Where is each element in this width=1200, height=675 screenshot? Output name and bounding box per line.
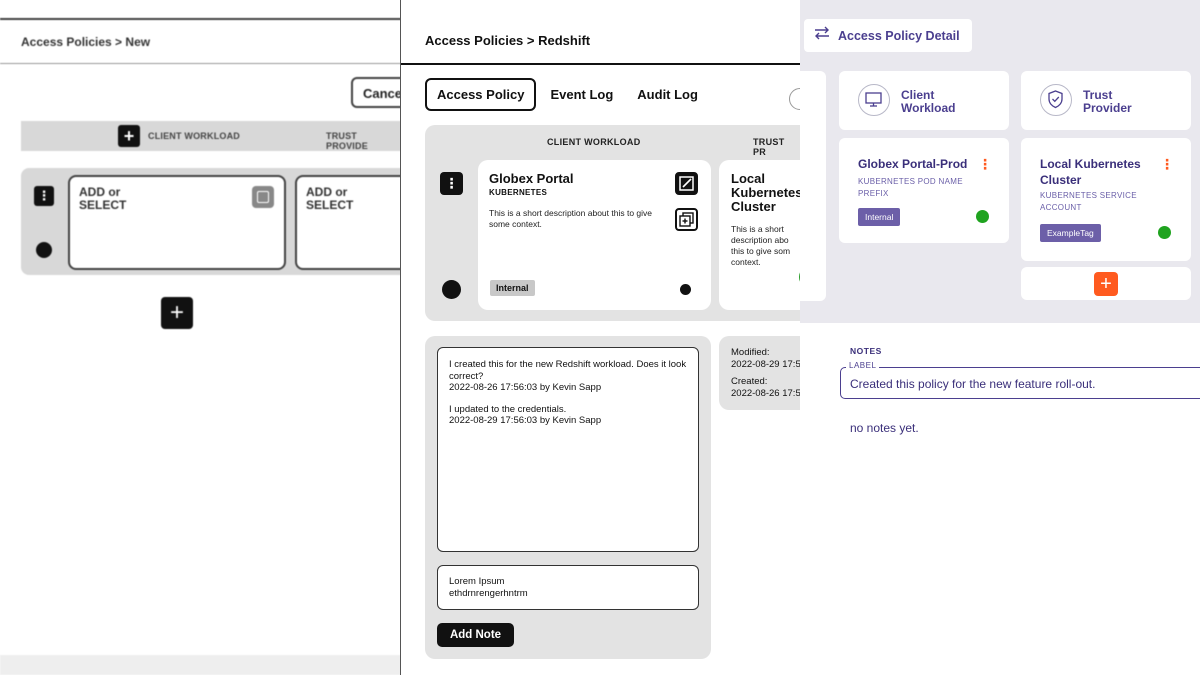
metadata-box: Modified: 2022-08-29 17:5 Created: 2022-… [719,336,800,410]
card-title: ADD or SELECT [79,185,127,212]
notes-heading: NOTES [850,346,882,356]
add-row-plus-icon[interactable]: + [161,297,193,329]
breadcrumb: Access Policies > New [21,35,151,49]
created-label: Created: [731,376,768,387]
duplicate-icon[interactable] [675,208,698,231]
card-title: ADD or SELECT [306,185,354,212]
wireframe-new-policy-panel: Access Policies > New Cance + CLIENT WOR… [0,0,401,675]
header-divider [401,63,800,65]
styled-policy-detail-panel: Access Policy Detail Client Workload Tru… [800,0,1200,675]
close-circle-icon[interactable] [789,88,800,110]
edit-icon[interactable] [675,172,698,195]
kebab-menu-icon[interactable]: ⋮ [34,186,54,206]
field-value: Created this policy for the new feature … [850,377,1096,391]
header-card-label: Trust Provider [1083,88,1132,115]
note-item: I updated to the credentials. 2022-08-29 … [449,403,602,427]
workload-description: This is a short description about this t… [489,208,652,229]
tag-example: ExampleTag [1040,224,1101,242]
kebab-menu-icon[interactable]: ⋮ [440,172,463,195]
column-label-trust-provider: TRUST PR [753,137,785,157]
note-item: I created this for the new Redshift work… [449,359,687,393]
monitor-icon [858,84,890,116]
provider-subtitle: KUBERNETES SERVICE ACCOUNT [1040,191,1137,212]
partial-card [800,71,826,301]
footer-bar [0,655,400,675]
cancel-button[interactable]: Cance [351,77,400,108]
title-chip[interactable]: Access Policy Detail [804,19,972,52]
note-input[interactable]: Lorem Ipsum ethdrnrengerhntrm [437,565,699,610]
kebab-menu-icon[interactable]: ⋮ [1160,157,1174,171]
status-dot [680,284,691,295]
provider-title: Local Kubernetes Cluster [1040,157,1141,187]
tab-bar: Access Policy Event Log Audit Log [425,78,712,111]
header-divider [0,63,400,64]
provider-description: This is a short description abo this to … [731,224,791,267]
swap-arrows-icon [813,26,831,45]
empty-notes-text: no notes yet. [850,421,919,435]
modified-label: Modified: [731,347,770,358]
workload-title: Globex Portal-Prod [858,157,968,171]
redshift-policy-panel: Access Policies > Redshift Access Policy… [401,0,800,675]
top-border [0,18,400,20]
shield-check-icon [1040,84,1072,116]
kebab-menu-icon[interactable]: ⋮ [978,157,992,171]
tab-event-log[interactable]: Event Log [540,78,623,111]
status-dot [442,280,461,299]
add-note-button[interactable]: Add Note [437,623,514,647]
workload-title: Globex Portal [489,171,574,186]
edit-icon[interactable] [252,186,274,208]
status-dot [36,242,52,258]
column-label-client-workload: CLIENT WORKLOAD [148,131,240,141]
modified-value: 2022-08-29 17:5 [731,358,800,370]
workload-subtitle: KUBERNETES [489,188,548,197]
header-card-label: Client Workload [901,88,956,115]
status-dot [976,210,989,223]
add-column-plus-icon[interactable]: + [118,125,140,147]
tag-internal: Internal [490,280,535,296]
tab-audit-log[interactable]: Audit Log [627,78,708,111]
created-value: 2022-08-26 17:5 [731,387,800,399]
breadcrumb: Access Policies > Redshift [425,33,591,48]
notes-list[interactable]: I created this for the new Redshift work… [437,347,699,552]
status-dot [1158,226,1171,239]
field-label: LABEL [846,361,880,370]
tab-access-policy[interactable]: Access Policy [425,78,537,111]
column-label-client-workload: CLIENT WORKLOAD [547,137,641,147]
page-title: Access Policy Detail [838,28,960,43]
provider-title: Local Kubernetes Cluster [731,171,800,214]
column-label-trust-provider: TRUST PROVIDE [326,131,368,151]
add-plus-icon[interactable]: + [1094,272,1118,296]
tag-internal: Internal [858,208,901,226]
workload-subtitle: KUBERNETES POD NAME PREFIX [858,177,963,198]
